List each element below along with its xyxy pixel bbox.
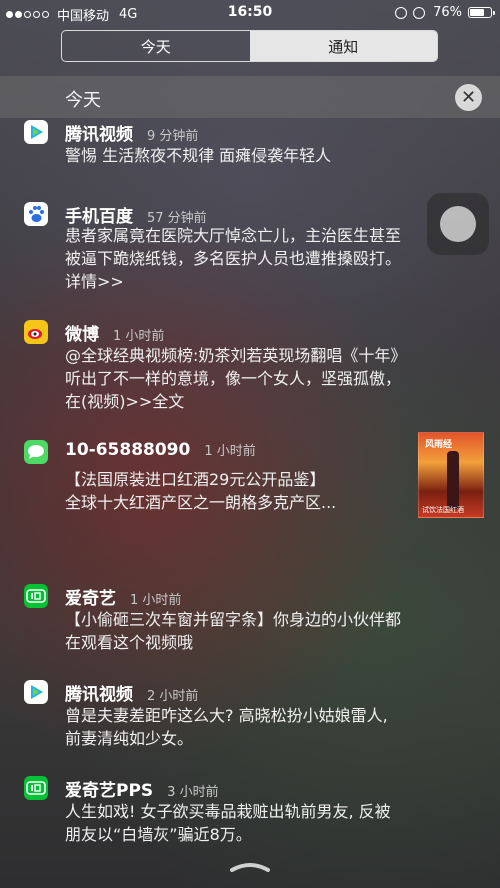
- thumbnail-caption: 试饮法国红酒: [422, 506, 464, 514]
- notification-time: 9 分钟前: [147, 129, 199, 144]
- app-name: 腾讯视频: [65, 125, 133, 145]
- tab-notifications[interactable]: 通知: [249, 31, 437, 61]
- notification-time: 1 小时前: [130, 593, 182, 608]
- tencent-video-icon: [24, 680, 48, 704]
- assistive-touch-icon: [440, 206, 476, 242]
- section-title: 今天: [65, 90, 101, 111]
- section-header: 今天: [0, 76, 500, 118]
- iqiyi-pps-icon: [24, 776, 48, 800]
- clear-section-button[interactable]: ✕: [455, 84, 482, 111]
- tencent-video-icon: [24, 120, 48, 144]
- battery-percent: 76%: [433, 5, 462, 20]
- iqiyi-icon: [24, 584, 48, 608]
- notification-body: 曾是夫妻差距咋这么大? 高晓松扮小姑娘雷人, 前妻清纯如少女。: [65, 706, 388, 748]
- battery-icon: [468, 7, 495, 18]
- assistive-touch-button[interactable]: [427, 193, 489, 255]
- notification-header: 腾讯视频 2 小时前: [65, 680, 198, 705]
- notification-body: 警惕 生活熬夜不规律 面瘫侵袭年轻人: [65, 146, 332, 165]
- notification-body: 【法国原装进口红酒29元公开品鉴】 全球十大红酒产区之一朗格多克产区...: [65, 470, 337, 512]
- notification-body: @全球经典视频榜:奶茶刘若英现场翻唱《十年》 听出了不一样的意境，像一个女人，坚…: [65, 346, 407, 411]
- weibo-icon: [24, 320, 48, 344]
- notification-header: 腾讯视频 9 分钟前: [65, 120, 198, 145]
- notification-body: 患者家属竟在医院大厅悼念亡儿，主治医生甚至 被逼下跪烧纸钱，多名医护人员也遭推搡…: [65, 226, 402, 291]
- notification-time: 1 小时前: [113, 329, 165, 344]
- app-name: 10-65888090: [65, 440, 191, 460]
- status-right: 76%: [389, 5, 495, 20]
- status-bar: 中国移动 4G 16:50 76%: [0, 0, 500, 26]
- notification-body: 人生如戏! 女子欲买毒品栽赃出轨前男友, 反被 朋友以“白墙灰”骗近8万。: [65, 802, 391, 844]
- tab-today[interactable]: 今天: [62, 31, 250, 61]
- messages-icon: [24, 440, 48, 464]
- segmented-control: 今天 通知: [61, 30, 438, 62]
- notification-time: 3 小时前: [167, 785, 219, 800]
- thumbnail-title: 风雨经: [425, 440, 453, 450]
- app-name: 爱奇艺PPS: [65, 781, 154, 801]
- notification-header: 10-65888090 1 小时前: [65, 440, 256, 460]
- message-thumbnail[interactable]: 风雨经 试饮法国红酒: [418, 432, 484, 518]
- baidu-icon: [24, 202, 48, 226]
- app-name: 微博: [65, 325, 99, 345]
- app-name: 爱奇艺: [65, 589, 116, 609]
- chevron-up-icon[interactable]: [229, 860, 271, 872]
- notification-header: 爱奇艺 1 小时前: [65, 584, 181, 609]
- notification-time: 2 小时前: [147, 689, 199, 704]
- close-icon: ✕: [460, 87, 477, 108]
- notification-header: 爱奇艺PPS 3 小时前: [65, 776, 219, 801]
- app-name: 腾讯视频: [65, 685, 133, 705]
- notification-body: 【小偷砸三次车窗并留字条】你身边的小伙伴都 在观看这个视频哦: [65, 610, 402, 652]
- notification-header: 微博 1 小时前: [65, 320, 164, 345]
- notification-time: 1 小时前: [204, 444, 256, 459]
- wine-bottle-icon: [447, 451, 459, 509]
- alarm-icon: [413, 6, 426, 19]
- lock-rotation-icon: [395, 6, 408, 19]
